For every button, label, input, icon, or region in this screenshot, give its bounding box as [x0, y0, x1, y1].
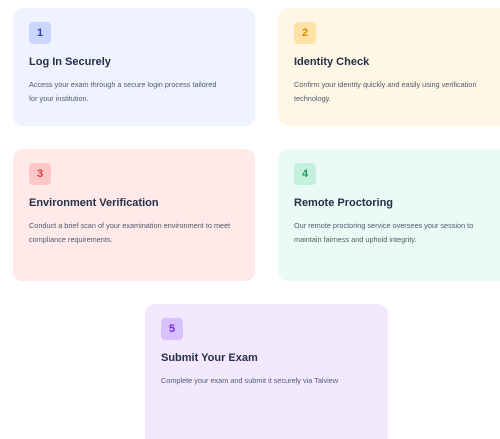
step-description: Confirm your identity quickly and easily…: [294, 80, 477, 103]
step-description: Conduct a brief scan of your examination…: [29, 221, 231, 244]
step-title: Submit Your Exam: [161, 352, 258, 364]
step-card-log-in: 1 Log In Securely Access your exam throu…: [13, 8, 255, 126]
step-card-submit-exam: 5 Submit Your Exam Complete your exam an…: [145, 304, 388, 439]
step-title: Remote Proctoring: [294, 197, 394, 209]
step-title: Identity Check: [294, 56, 370, 68]
step-title: Environment Verification: [29, 197, 159, 209]
step-number-badge: 1: [29, 22, 51, 44]
step-number-badge: 5: [161, 318, 183, 340]
step-description: Complete your exam and submit it securel…: [161, 376, 339, 385]
step-description: Our remote proctoring service oversees y…: [294, 221, 474, 244]
step-number-badge: 2: [294, 22, 316, 44]
step-description: Access your exam through a secure login …: [29, 80, 217, 103]
step-number-badge: 3: [29, 163, 51, 185]
step-card-environment-verification: 3 Environment Verification Conduct a bri…: [13, 149, 255, 281]
step-title: Log In Securely: [29, 56, 111, 68]
step-card-remote-proctoring: 4 Remote Proctoring Our remote proctorin…: [278, 149, 500, 281]
step-number-badge: 4: [294, 163, 316, 185]
steps-grid: 1 Log In Securely Access your exam throu…: [0, 0, 500, 439]
step-card-identity-check: 2 Identity Check Confirm your identity q…: [278, 8, 500, 126]
